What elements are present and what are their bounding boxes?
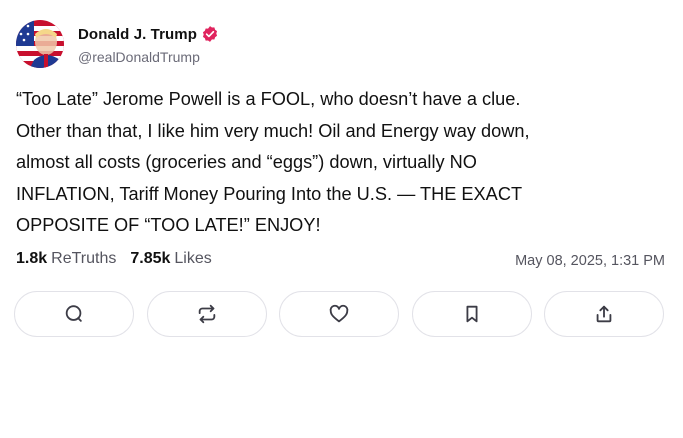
retruths-count: 1.8k: [16, 250, 48, 267]
retruths-stat[interactable]: 1.8k ReTruths: [16, 250, 116, 268]
author-names: Donald J. Trump @realDonaldTrump: [78, 23, 219, 65]
share-button[interactable]: [544, 291, 664, 337]
truth-post: Donald J. Trump @realDonaldTrump “Too La…: [0, 0, 683, 438]
display-name[interactable]: Donald J. Trump: [78, 26, 197, 43]
likes-count: 7.85k: [130, 250, 171, 267]
bookmark-button[interactable]: [411, 291, 532, 337]
likes-label: Likes: [174, 250, 212, 267]
post-timestamp[interactable]: May 08, 2025, 1:31 PM: [515, 253, 665, 269]
author-handle[interactable]: @realDonaldTrump: [78, 49, 219, 65]
bookmark-icon: [466, 305, 477, 323]
avatar[interactable]: [16, 20, 64, 68]
post-stats: 1.8k ReTruths 7.85k Likes: [16, 250, 226, 268]
post-text: “Too Late” Jerome Powell is a FOOL, who …: [16, 89, 530, 235]
share-icon: [596, 305, 612, 323]
retruth-icon: [198, 304, 215, 324]
action-bar: [14, 291, 664, 337]
retruth-button[interactable]: [146, 291, 267, 337]
likes-stat[interactable]: 7.85k Likes: [130, 250, 211, 268]
reply-icon: [65, 305, 82, 322]
reply-button[interactable]: [14, 291, 134, 337]
verified-badge-icon: [201, 25, 219, 43]
like-button[interactable]: [279, 291, 399, 337]
post-header: Donald J. Trump @realDonaldTrump: [16, 20, 219, 68]
heart-icon: [329, 304, 349, 323]
display-name-row: Donald J. Trump: [78, 25, 219, 43]
retruths-label: ReTruths: [51, 250, 117, 267]
